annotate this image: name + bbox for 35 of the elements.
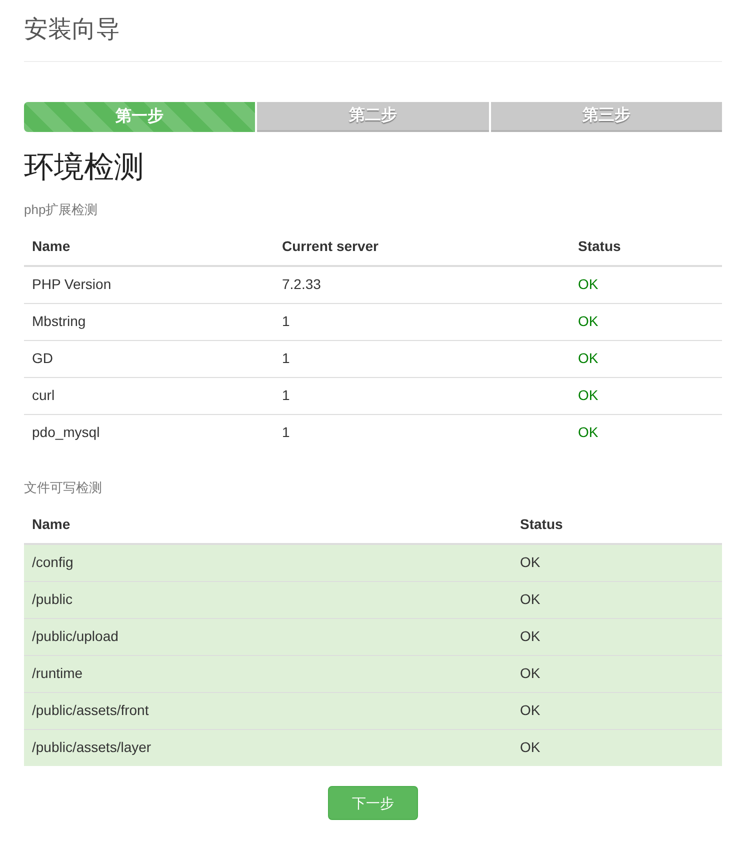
table-cell: /runtime: [32, 665, 83, 681]
table-cell: 1: [282, 350, 290, 366]
status-text: OK: [520, 702, 540, 718]
status-text: OK: [578, 424, 598, 440]
next-button[interactable]: 下一步: [328, 786, 418, 820]
table-cell: Mbstring: [32, 313, 86, 329]
table-cell: 1: [282, 313, 290, 329]
table-cell: /public/assets/layer: [32, 739, 152, 756]
column-header: Name: [24, 228, 274, 266]
status-text: OK: [520, 554, 540, 570]
table-cell: /config: [32, 554, 74, 570]
status-text: OK: [578, 350, 598, 366]
table-cell: pdo_mysql: [32, 424, 100, 440]
table-cell: curl: [32, 387, 55, 403]
table-cell: /public: [32, 591, 72, 607]
table-caption: 文件可写检测: [24, 479, 103, 497]
table-cell: /public/upload: [32, 628, 118, 644]
table-caption: php扩展检测: [24, 201, 99, 219]
status-text: OK: [520, 628, 540, 644]
status-text: OK: [578, 313, 598, 329]
table-cell: 7.2.33: [282, 276, 321, 292]
table-cell: 1: [282, 424, 290, 440]
section-heading: 环境检测: [24, 150, 145, 186]
table-cell: 1: [282, 387, 290, 403]
status-text: OK: [578, 276, 598, 292]
status-text: OK: [520, 739, 540, 756]
status-text: OK: [578, 387, 598, 403]
status-text: OK: [520, 591, 540, 607]
table-cell: /public/assets/front: [32, 702, 149, 718]
column-header: Current server: [274, 228, 570, 266]
column-header: Status: [570, 228, 722, 266]
status-text: OK: [520, 665, 540, 681]
page-title: 安装向导: [24, 15, 121, 45]
table-cell: GD: [32, 350, 53, 366]
table-cell: PHP Version: [32, 276, 112, 292]
